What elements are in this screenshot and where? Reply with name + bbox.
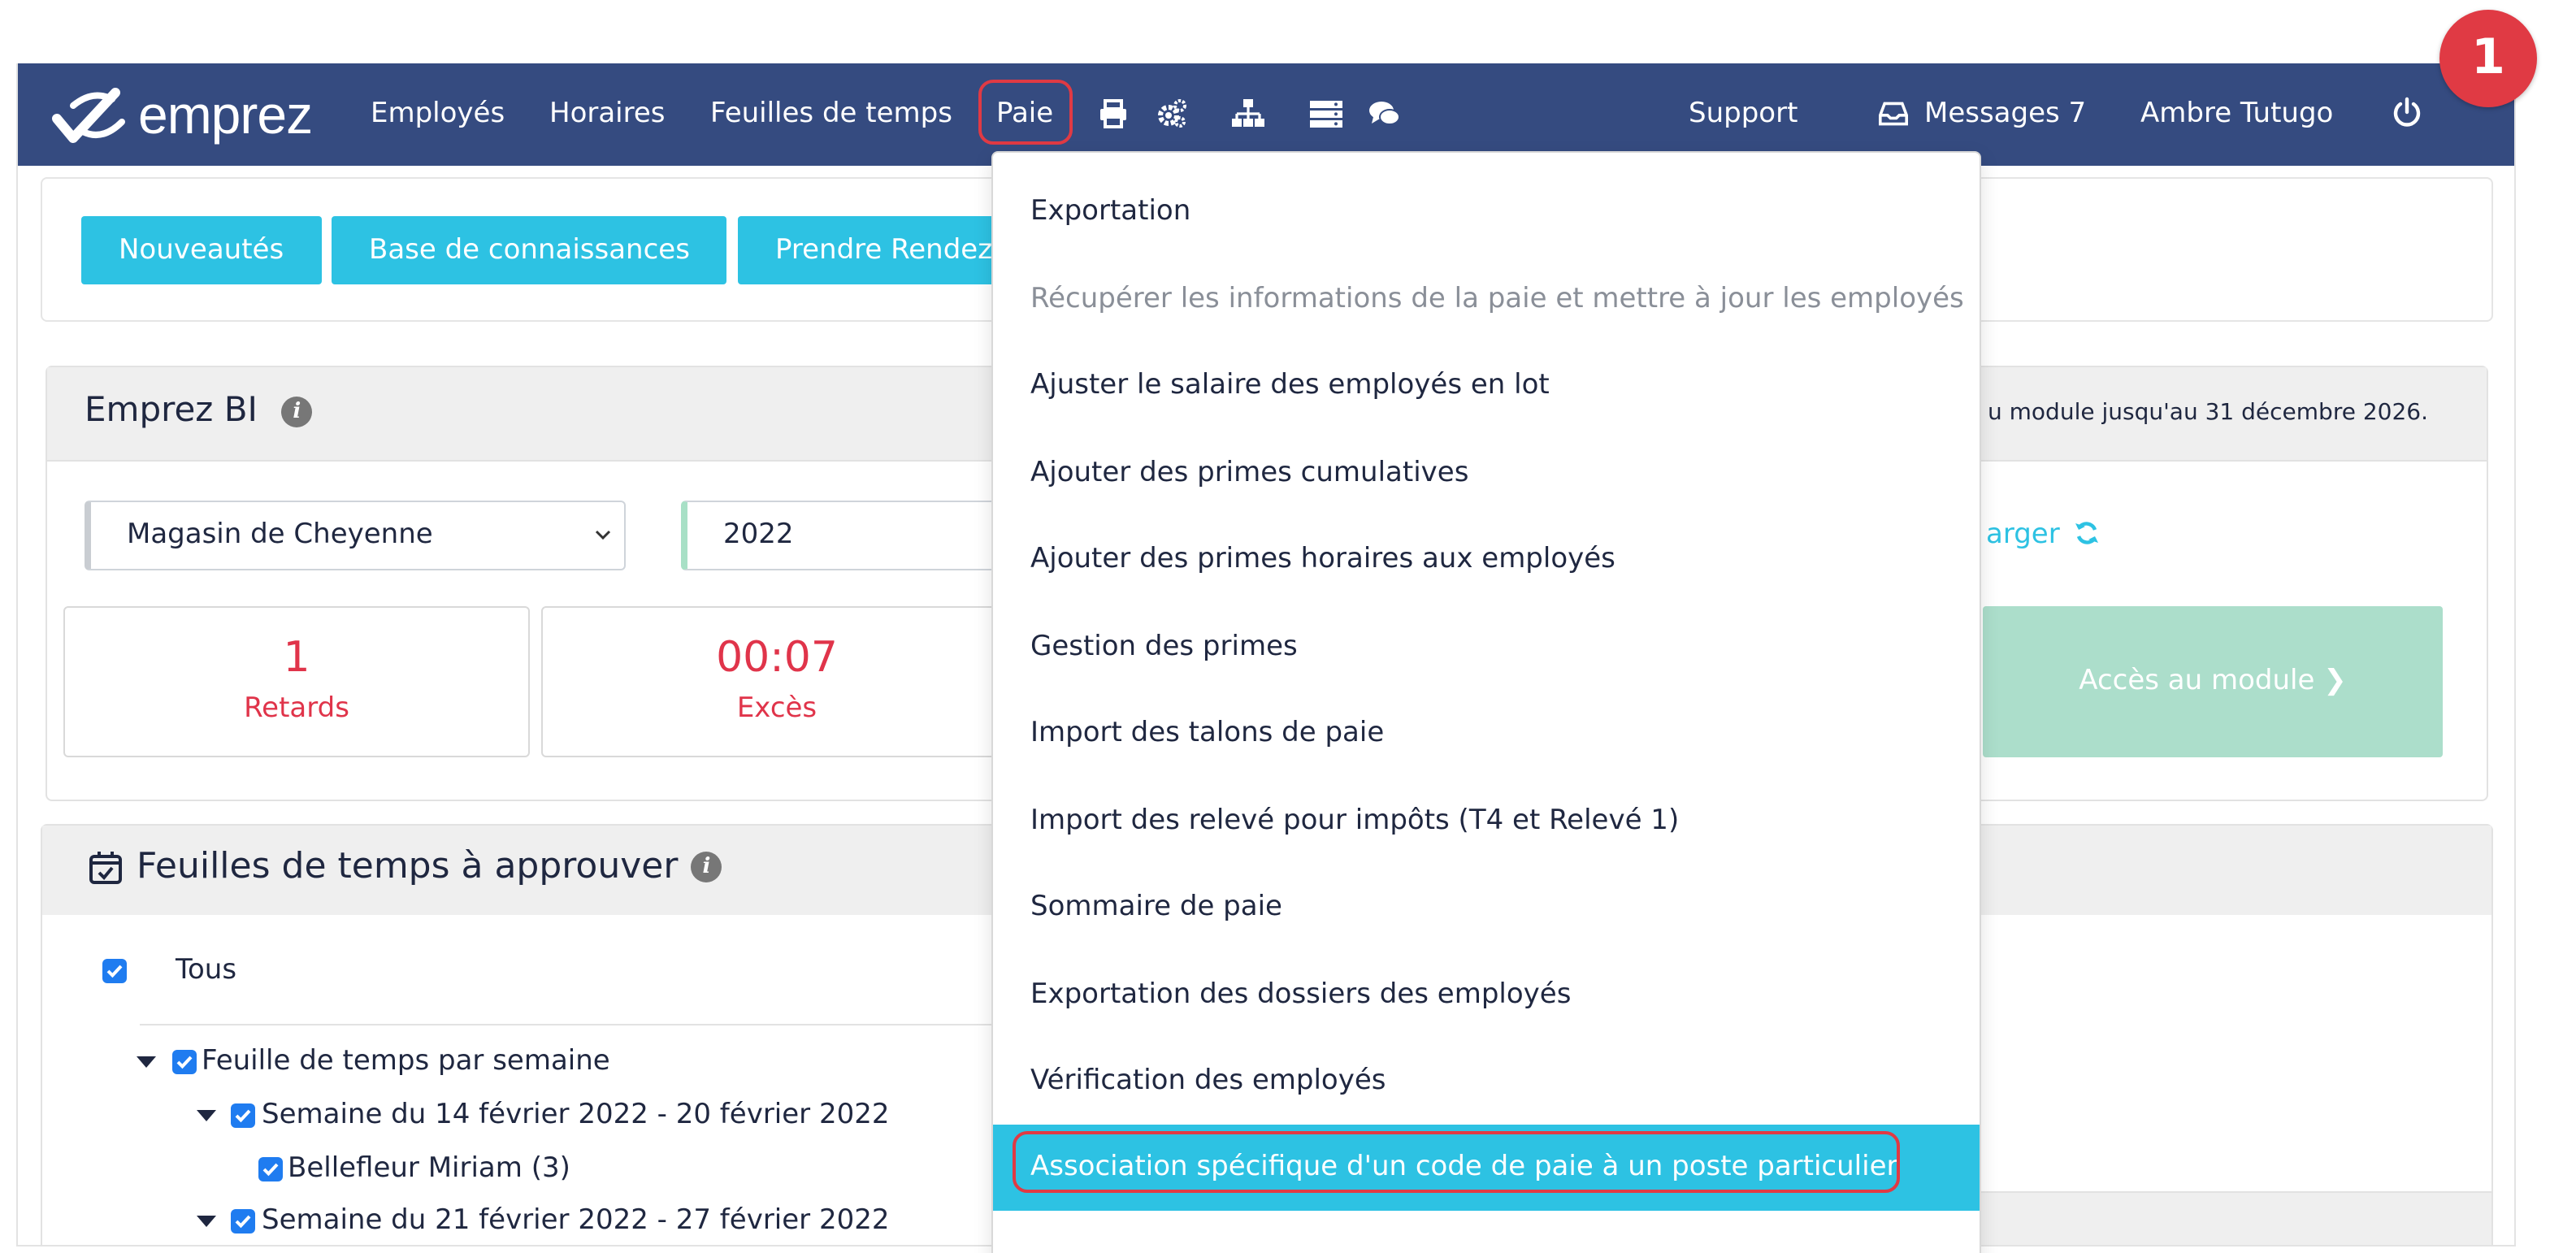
stat-retards-value: 1 — [283, 634, 310, 683]
menu-item-sommaire-paie[interactable]: Sommaire de paie — [993, 865, 1980, 951]
checkbox-employee[interactable] — [258, 1157, 283, 1181]
server-icon[interactable] — [1310, 98, 1342, 130]
menu-item-export-dossiers[interactable]: Exportation des dossiers des employés — [993, 952, 1980, 1038]
store-select-value: Magasin de Cheyenne — [127, 518, 433, 551]
label-employee: Bellefleur Miriam (3) — [288, 1152, 570, 1185]
power-icon[interactable] — [2391, 96, 2423, 128]
menu-item-exportation[interactable]: Exportation — [993, 169, 1980, 255]
bi-title-text: Emprez BI — [85, 390, 258, 429]
caret-down-icon[interactable] — [197, 1110, 216, 1121]
check-icon — [262, 1163, 279, 1177]
menu-item-primes-horaires[interactable]: Ajouter des primes horaires aux employés — [993, 517, 1980, 603]
checkbox-week-group[interactable] — [172, 1050, 197, 1074]
nav-feuilles-de-temps[interactable]: Feuilles de temps — [710, 63, 952, 166]
caret-down-icon[interactable] — [197, 1216, 216, 1227]
check-icon — [176, 1056, 193, 1069]
menu-item-association-code-paie[interactable]: Association spécifique d'un code de paie… — [993, 1125, 1980, 1211]
stat-exces-value: 00:07 — [716, 634, 838, 683]
gears-icon[interactable] — [1156, 98, 1188, 130]
divider — [140, 1024, 1050, 1025]
info-icon[interactable]: i — [281, 396, 313, 427]
bi-panel-title: Emprez BI i — [85, 390, 313, 429]
stat-retards[interactable]: 1 Retards — [63, 606, 530, 757]
emprez-logo-mark — [52, 88, 125, 143]
label-week-1: Semaine du 14 février 2022 - 20 février … — [262, 1099, 890, 1131]
module-access-label: Accès au module — [2079, 665, 2315, 697]
nav-user-name[interactable]: Ambre Tutugo — [2140, 63, 2333, 166]
side-panel-header — [1955, 1191, 2493, 1245]
year-select-value: 2022 — [723, 518, 794, 551]
reload-link[interactable]: arger — [1986, 518, 2100, 551]
side-panel — [1955, 1066, 2493, 1164]
menu-item-highlight-outline — [1013, 1131, 1900, 1193]
menu-item-gestion-primes[interactable]: Gestion des primes — [993, 605, 1980, 691]
chevron-right-icon: ❯ — [2323, 665, 2347, 697]
emprez-logo[interactable]: emprez — [50, 80, 313, 151]
stat-exces[interactable]: 00:07 Excès — [541, 606, 1013, 757]
reload-link-text: arger — [1986, 518, 2060, 551]
chevron-down-icon — [595, 530, 611, 540]
calendar-check-icon — [89, 851, 122, 883]
step-badge: 1 — [2439, 10, 2537, 107]
checkbox-week-2[interactable] — [231, 1209, 255, 1233]
stat-retards-label: Retards — [244, 692, 349, 725]
store-select[interactable]: Magasin de Cheyenne — [85, 501, 626, 570]
menu-item-recuperer-infos-paie: Récupérer les informations de la paie et… — [1030, 283, 1964, 315]
nav-employes[interactable]: Employés — [371, 63, 505, 166]
timesheets-title: Feuilles de temps à approuver i — [88, 847, 722, 887]
info-icon[interactable]: i — [691, 852, 722, 882]
label-week-group: Feuille de temps par semaine — [202, 1045, 610, 1077]
module-note: u module jusqu'au 31 décembre 2026. — [1988, 400, 2428, 426]
label-week-2: Semaine du 21 février 2022 - 27 février … — [262, 1204, 890, 1237]
check-icon — [106, 965, 123, 978]
inbox-icon — [1879, 102, 1908, 126]
menu-item-ajuster-salaire[interactable]: Ajuster le salaire des employés en lot — [993, 343, 1980, 429]
caret-down-icon[interactable] — [137, 1056, 156, 1068]
menu-item-verification-employes[interactable]: Vérification des employés — [993, 1038, 1980, 1125]
label-tous: Tous — [176, 954, 237, 986]
prendre-rendez-vous-button[interactable]: Prendre Rendez — [738, 216, 1014, 284]
checkbox-tous[interactable] — [102, 959, 127, 983]
menu-item-import-talons[interactable]: Import des talons de paie — [993, 691, 1980, 777]
menu-item-import-releves[interactable]: Import des relevé pour impôts (T4 et Rel… — [993, 778, 1980, 865]
paie-dropdown-menu: Exportation Récupérer les informations d… — [991, 151, 1981, 1253]
comments-icon[interactable] — [1368, 98, 1401, 130]
nav-horaires[interactable]: Horaires — [549, 63, 666, 166]
checkbox-week-1[interactable] — [231, 1103, 255, 1128]
nouveautes-button[interactable]: Nouveautés — [81, 216, 322, 284]
stat-exces-label: Excès — [736, 692, 817, 725]
logo-text: emprez — [138, 85, 313, 145]
base-de-connaissances-button[interactable]: Base de connaissances — [332, 216, 727, 284]
sitemap-icon[interactable] — [1232, 98, 1264, 130]
paie-highlight-outline — [978, 80, 1073, 145]
screen: emprez Employés Horaires Feuilles de tem… — [0, 0, 2576, 1253]
module-access-button[interactable]: Accès au module ❯ — [1983, 606, 2443, 757]
check-icon — [235, 1109, 251, 1123]
menu-item-primes-cumulatives[interactable]: Ajouter des primes cumulatives — [993, 431, 1980, 517]
refresh-icon — [2075, 522, 2098, 544]
check-icon — [235, 1215, 251, 1229]
print-icon[interactable] — [1097, 98, 1130, 130]
timesheets-title-text: Feuilles de temps à approuver — [137, 847, 679, 887]
